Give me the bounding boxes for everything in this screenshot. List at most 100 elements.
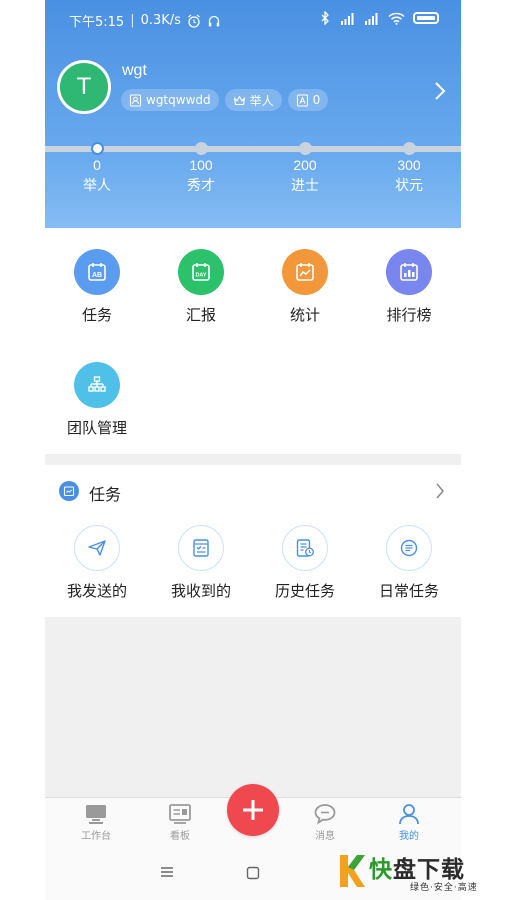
signal-hd-icon xyxy=(341,12,354,25)
level-marker xyxy=(402,142,416,155)
avatar[interactable]: T xyxy=(57,60,111,114)
account-id: wgtqwwdd xyxy=(146,93,211,107)
alarm-icon xyxy=(188,14,200,28)
task-label: 我发送的 xyxy=(66,582,127,600)
menu-lines-icon[interactable] xyxy=(160,866,174,878)
level-marker xyxy=(298,142,312,155)
status-divider: | xyxy=(130,13,135,28)
level-1: 100 秀才 xyxy=(166,142,236,195)
grid-item-statistics[interactable]: 统计 xyxy=(253,249,357,325)
count-text: 0 xyxy=(312,93,321,107)
rank-chip: 举人 xyxy=(224,89,282,111)
profile-chips: wgtqwwdd 举人 0 xyxy=(121,89,329,111)
level-score: 200 xyxy=(293,157,317,173)
day-report-icon: DAY xyxy=(178,249,224,295)
level-name: 举人 xyxy=(83,178,111,194)
board-icon xyxy=(169,804,191,824)
account-chip: wgtqwwdd xyxy=(121,89,219,111)
nav-label: 工作台 xyxy=(81,831,111,842)
nav-label: 消息 xyxy=(315,831,335,842)
chevron-right-icon[interactable] xyxy=(433,80,447,102)
grid-label: 团队管理 xyxy=(66,419,127,437)
feature-grid: AB 任务 DAY 汇报 统计 排行榜 团队管理 xyxy=(45,228,461,454)
chat-bubble-icon xyxy=(314,804,336,825)
grid-label: 统计 xyxy=(289,306,320,324)
rank-text: 举人 xyxy=(249,93,274,108)
task-item-daily[interactable]: 日常任务 xyxy=(357,525,461,601)
received-inbox-icon xyxy=(178,525,224,571)
statistics-icon xyxy=(282,249,328,295)
home-square-icon[interactable] xyxy=(246,866,260,880)
badge-icon xyxy=(296,93,308,107)
level-marker xyxy=(194,142,208,155)
grid-item-report[interactable]: DAY 汇报 xyxy=(149,249,253,325)
tasks-header[interactable]: 任务 xyxy=(45,465,461,517)
tasks-section: 任务 我发送的 我收到的 历史任务 日常任务 xyxy=(45,465,461,617)
grid-label: 任务 xyxy=(81,306,112,324)
chevron-right-icon[interactable] xyxy=(435,482,445,500)
level-3: 300 状元 xyxy=(374,142,444,195)
level-0: 0 举人 xyxy=(62,142,132,195)
team-tree-icon xyxy=(74,362,120,408)
ranking-icon xyxy=(386,249,432,295)
profile-header: 下午5:15 | 0.3K/s T wgt wgtqwwdd 举人 0 0 举人… xyxy=(45,0,461,228)
task-label: 历史任务 xyxy=(274,582,335,600)
svg-text:AB: AB xyxy=(92,272,102,279)
person-icon xyxy=(399,804,419,825)
crown-icon xyxy=(233,95,245,105)
battery-icon xyxy=(413,12,439,24)
tasks-title: 任务 xyxy=(89,485,122,504)
add-button[interactable] xyxy=(227,784,279,836)
grid-item-task[interactable]: AB 任务 xyxy=(45,249,149,325)
nav-item-board[interactable]: 看板 xyxy=(138,803,222,842)
task-item-sent[interactable]: 我发送的 xyxy=(45,525,149,601)
status-time: 下午5:15 xyxy=(69,15,125,30)
svg-text:DAY: DAY xyxy=(195,273,206,279)
task-item-history[interactable]: 历史任务 xyxy=(253,525,357,601)
brand-k-icon xyxy=(340,855,365,887)
grid-label: 汇报 xyxy=(185,306,216,324)
grid-item-team[interactable]: 团队管理 xyxy=(45,362,149,438)
status-left: 下午5:15 | 0.3K/s xyxy=(69,11,221,30)
level-marker-current xyxy=(90,142,104,155)
task-label: 日常任务 xyxy=(378,582,439,600)
count-chip: 0 xyxy=(287,89,329,111)
nav-label: 我的 xyxy=(399,831,419,842)
monitor-icon xyxy=(86,805,106,824)
nav-item-mine[interactable]: 我的 xyxy=(367,803,451,842)
bluetooth-icon xyxy=(321,11,329,25)
task-calendar-icon: AB xyxy=(74,249,120,295)
nav-label: 看板 xyxy=(170,831,190,842)
watermark-brand: 快盘下载 xyxy=(369,850,465,884)
nav-item-messages[interactable]: 消息 xyxy=(283,803,367,842)
watermark-brand-a: 快 xyxy=(369,857,393,883)
status-right xyxy=(320,11,439,25)
level-score: 100 xyxy=(189,157,213,173)
app-screen: 下午5:15 | 0.3K/s T wgt wgtqwwdd 举人 0 0 举人… xyxy=(45,0,461,900)
send-plane-icon xyxy=(74,525,120,571)
level-name: 状元 xyxy=(395,178,423,194)
level-2: 200 进士 xyxy=(270,142,340,195)
signal-icon xyxy=(365,12,378,25)
nav-item-workbench[interactable]: 工作台 xyxy=(54,803,138,842)
status-bar: 下午5:15 | 0.3K/s xyxy=(45,0,461,38)
daily-list-icon xyxy=(386,525,432,571)
task-label: 我收到的 xyxy=(170,582,231,600)
watermark-tagline: 绿色·安全·高速 xyxy=(410,883,478,893)
level-score: 300 xyxy=(397,157,421,173)
history-doc-icon xyxy=(282,525,328,571)
status-speed: 0.3K/s xyxy=(140,13,181,28)
profile-name: wgt xyxy=(122,62,147,79)
task-section-icon xyxy=(59,481,79,501)
level-name: 进士 xyxy=(291,178,319,194)
level-score: 0 xyxy=(93,157,101,173)
grid-item-ranking[interactable]: 排行榜 xyxy=(357,249,461,325)
headset-icon xyxy=(208,15,220,26)
grid-label: 排行榜 xyxy=(386,306,432,324)
wifi-icon xyxy=(388,12,405,25)
id-card-icon xyxy=(129,93,142,107)
plus-icon xyxy=(243,800,263,820)
level-name: 秀才 xyxy=(187,178,215,194)
watermark-logo: 快盘下载 绿色·安全·高速 xyxy=(337,848,506,900)
task-item-received[interactable]: 我收到的 xyxy=(149,525,253,601)
